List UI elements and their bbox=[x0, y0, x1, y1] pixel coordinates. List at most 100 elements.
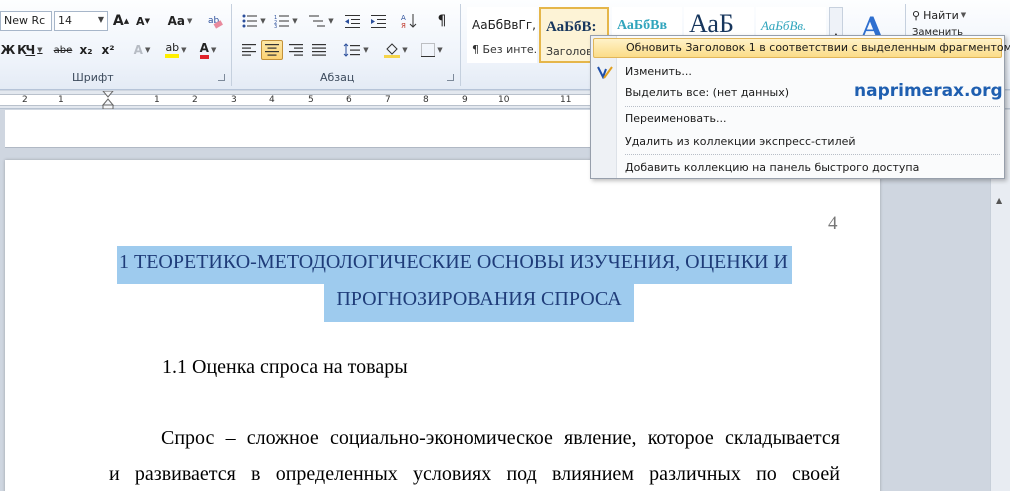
menu-separator bbox=[625, 106, 1000, 107]
indent-marker-icon[interactable] bbox=[102, 91, 114, 109]
chevron-down-icon: ▼ bbox=[97, 15, 104, 24]
sort-icon: AЯ bbox=[401, 14, 417, 29]
clear-format-icon: ab bbox=[208, 16, 223, 29]
font-name-value: New Rc bbox=[4, 14, 46, 27]
font-size-value: 14 bbox=[58, 14, 72, 27]
clear-formatting-button[interactable]: ab bbox=[206, 11, 224, 31]
underline-label: Ч bbox=[25, 43, 36, 57]
style-context-menu: Обновить Заголовок 1 в соответствии с вы… bbox=[590, 35, 1010, 179]
increase-indent-icon bbox=[371, 15, 386, 28]
paragraph-dialog-launcher-icon[interactable] bbox=[447, 74, 454, 81]
align-left-button[interactable] bbox=[240, 40, 258, 60]
ruler-number: 7 bbox=[385, 95, 391, 105]
style-sample: АаБбВв bbox=[617, 18, 668, 33]
align-left-icon bbox=[242, 44, 256, 56]
ruler-number: 2 bbox=[192, 95, 198, 105]
svg-text:Я: Я bbox=[401, 22, 406, 29]
group-separator bbox=[231, 4, 232, 86]
font-color-button[interactable]: A ▼ bbox=[195, 40, 221, 60]
shrink-font-label: A bbox=[136, 14, 145, 28]
align-right-button[interactable] bbox=[287, 40, 305, 60]
change-case-label: Aa bbox=[167, 14, 185, 28]
font-color-label: A bbox=[199, 41, 209, 59]
binoculars-icon: ⚲ bbox=[912, 8, 921, 22]
subheading[interactable]: 1.1 Оценка спроса на товары bbox=[162, 356, 408, 379]
ruler-number: 9 bbox=[462, 95, 468, 105]
increase-indent-button[interactable] bbox=[370, 11, 388, 31]
watermark-text: naprimerax.org bbox=[854, 81, 1003, 101]
show-marks-button[interactable]: ¶ bbox=[433, 11, 451, 31]
superscript-label: x² bbox=[101, 43, 115, 57]
menu-item-remove-from-gallery[interactable]: Удалить из коллекции экспресс-стилей bbox=[593, 132, 1002, 152]
subscript-label: x₂ bbox=[79, 43, 93, 57]
ruler-number: 2 bbox=[22, 95, 28, 105]
paragraph-line[interactable]: и развивается в определенных условиях по… bbox=[109, 463, 840, 486]
group-label-paragraph: Абзац bbox=[320, 71, 355, 84]
sort-button[interactable]: AЯ bbox=[400, 11, 418, 31]
justify-icon bbox=[312, 44, 326, 56]
group-label-font: Шрифт bbox=[72, 71, 114, 84]
pilcrow-label: ¶ bbox=[437, 13, 447, 29]
highlight-button[interactable]: ab ▼ bbox=[162, 40, 190, 60]
svg-text:3: 3 bbox=[274, 24, 277, 28]
menu-item-modify[interactable]: Изменить... bbox=[593, 62, 1002, 82]
menu-item-rename[interactable]: Переименовать... bbox=[593, 109, 1002, 129]
bullets-icon bbox=[242, 14, 258, 28]
ruler-number: 1 bbox=[58, 95, 64, 105]
document-page: 4 1 ТЕОРЕТИКО-МЕТОДОЛОГИЧЕСКИЕ ОСНОВЫ ИЗ… bbox=[5, 160, 880, 491]
subscript-button[interactable]: x₂ bbox=[77, 40, 95, 60]
change-case-button[interactable]: Aa ▼ bbox=[165, 11, 195, 31]
line-spacing-icon bbox=[343, 43, 361, 57]
ruler-number: 8 bbox=[423, 95, 429, 105]
text-effects-label: A bbox=[133, 43, 143, 57]
text-effects-button[interactable]: A ▼ bbox=[132, 40, 152, 60]
font-size-combo[interactable]: 14 ▼ bbox=[54, 11, 108, 31]
style-tile-no-spacing[interactable]: АаБбВвГг, ¶ Без инте... bbox=[467, 7, 537, 63]
style-sample: АаБбВ: bbox=[546, 19, 597, 35]
menu-separator bbox=[625, 154, 1000, 155]
multilevel-list-button[interactable]: ▼ bbox=[306, 11, 336, 31]
menu-item-update-heading[interactable]: Обновить Заголовок 1 в соответствии с вы… bbox=[593, 38, 1010, 58]
bullets-button[interactable]: ▼ bbox=[240, 11, 268, 31]
page-number: 4 bbox=[828, 213, 838, 234]
ruler-number: 6 bbox=[346, 95, 352, 105]
heading-line-2[interactable]: ПРОГНОЗИРОВАНИЯ СПРОСА bbox=[324, 284, 634, 322]
underline-button[interactable]: Ч ▼ bbox=[22, 40, 46, 60]
align-right-icon bbox=[289, 44, 303, 56]
decrease-indent-icon bbox=[345, 15, 360, 28]
ruler-number: 3 bbox=[231, 95, 237, 105]
superscript-button[interactable]: x² bbox=[99, 40, 117, 60]
menu-item-add-to-quick-access[interactable]: Добавить коллекцию на панель быстрого до… bbox=[593, 158, 1002, 178]
strikethrough-button[interactable]: abe bbox=[52, 40, 74, 60]
justify-button[interactable] bbox=[310, 40, 328, 60]
numbering-icon: 123 bbox=[274, 15, 290, 28]
decrease-indent-button[interactable] bbox=[344, 11, 362, 31]
chevron-up-icon: ▲ bbox=[996, 196, 1003, 205]
numbering-button[interactable]: 1 2 3 ▼ bbox=[272, 11, 300, 31]
highlight-label: ab bbox=[165, 42, 180, 58]
shrink-font-button[interactable]: A ▼ bbox=[134, 11, 152, 31]
ruler-number: 5 bbox=[308, 95, 314, 105]
multilevel-list-icon bbox=[309, 15, 326, 27]
shading-button[interactable]: ▼ bbox=[382, 40, 410, 60]
find-button[interactable]: ⚲ Найти ▼ bbox=[912, 5, 978, 25]
find-label: Найти bbox=[923, 8, 959, 22]
style-sample: АаБбВвГг, bbox=[472, 18, 536, 32]
style-name: ¶ Без инте... bbox=[472, 43, 537, 56]
font-name-combo[interactable]: New Rc bbox=[0, 11, 52, 31]
line-spacing-button[interactable]: ▼ bbox=[342, 40, 370, 60]
align-center-button[interactable] bbox=[261, 40, 283, 60]
group-separator bbox=[460, 4, 461, 86]
font-dialog-launcher-icon[interactable] bbox=[218, 74, 225, 81]
borders-icon bbox=[421, 43, 436, 57]
grow-font-button[interactable]: A ▲ bbox=[111, 11, 131, 31]
strikethrough-label: abe bbox=[53, 44, 73, 56]
ruler-number: 1 bbox=[154, 95, 160, 105]
heading-line-1[interactable]: 1 ТЕОРЕТИКО-МЕТОДОЛОГИЧЕСКИЕ ОСНОВЫ ИЗУЧ… bbox=[117, 246, 792, 284]
borders-button[interactable]: ▼ bbox=[418, 40, 446, 60]
ruler-number: 4 bbox=[269, 95, 275, 105]
style-sample: АаБбВв. bbox=[761, 18, 807, 33]
align-center-icon bbox=[265, 44, 279, 56]
grow-font-label: A bbox=[112, 13, 124, 29]
paragraph-line[interactable]: Спрос – сложное социально-экономическое … bbox=[161, 427, 840, 450]
